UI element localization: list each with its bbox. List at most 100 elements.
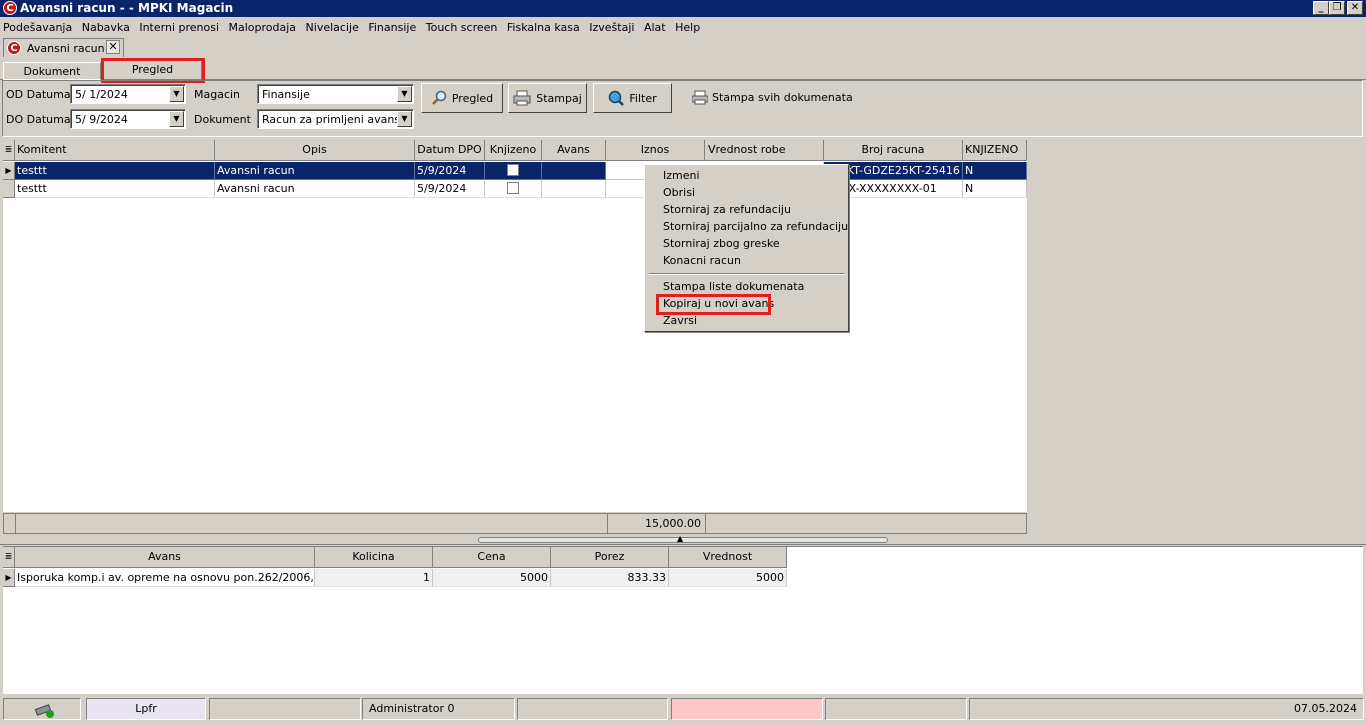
tab-dokument[interactable]: Dokument [3, 62, 101, 80]
menu-interni-prenosi[interactable]: Interni prenosi [136, 18, 222, 37]
column-opis[interactable]: Opis [215, 140, 415, 161]
knjizeno-checkbox[interactable] [507, 164, 519, 176]
status-date: 07.05.2024 [969, 698, 1364, 720]
cell-knjizeno-status[interactable]: N [963, 180, 1027, 198]
cell-avans[interactable] [542, 180, 606, 198]
menu-item-storniraj-greska[interactable]: Storniraj zbog greske [663, 237, 780, 250]
context-menu: Izmeni Obrisi Storniraj za refundaciju S… [644, 164, 849, 332]
status-panel-empty [517, 698, 668, 720]
menu-item-stampa-liste[interactable]: Stampa liste dokumenata [663, 280, 804, 293]
menu-bar: Podešavanja Nabavka Interni prenosi Malo… [0, 18, 1366, 38]
row-indicator [3, 180, 15, 198]
window-title: Avansni racun - - MPKI Magacin [20, 1, 234, 15]
column-datum-dpo[interactable]: Datum DPO [415, 140, 485, 161]
magacin-label: Magacin [194, 88, 241, 101]
chevron-down-icon[interactable]: ▼ [397, 86, 412, 102]
menu-maloprodaja[interactable]: Maloprodaja [226, 18, 300, 37]
chevron-down-icon[interactable]: ▼ [169, 111, 184, 127]
column-vrednost-robe[interactable]: Vrednost robe [705, 140, 824, 161]
column-knjizeno[interactable]: Knjizeno [485, 140, 542, 161]
menu-item-izmeni[interactable]: Izmeni [663, 169, 700, 182]
column-porez[interactable]: Porez [551, 547, 669, 568]
knjizeno-checkbox[interactable] [507, 182, 519, 194]
cell-avans[interactable] [542, 162, 606, 180]
menu-item-storniraj-parcijalno[interactable]: Storniraj parcijalno za refundaciju [663, 220, 848, 233]
magacin-value: Finansije [262, 88, 310, 101]
minimize-icon[interactable]: _ [1313, 1, 1329, 15]
cell-komitent[interactable]: testtt [15, 180, 215, 198]
cell-cena[interactable]: 5000 [433, 569, 551, 587]
cell-datum[interactable]: 5/9/2024 [415, 162, 485, 180]
column-avans-detail[interactable]: Avans [15, 547, 315, 568]
cell-knjizeno[interactable] [485, 162, 542, 180]
totals-bar: 15,000.00 [3, 513, 1027, 534]
menu-nivelacije[interactable]: Nivelacije [303, 18, 362, 37]
chevron-down-icon[interactable]: ▼ [397, 111, 412, 127]
restore-icon[interactable]: ❐ [1329, 1, 1345, 15]
app-logo-icon: C [3, 1, 17, 15]
row-pointer-icon: ▶ [3, 569, 15, 587]
stampa-svih-dokumenata-button[interactable]: Stampa svih dokumenata [692, 90, 853, 105]
dokument-value: Racun za primljeni avans [262, 113, 401, 126]
stampaj-button-label: Stampaj [536, 91, 582, 105]
status-panel-connection[interactable] [3, 698, 81, 720]
close-tab-icon[interactable]: ✕ [106, 40, 120, 54]
menu-izvestaji[interactable]: Izveštaji [586, 18, 637, 37]
menu-podesavanja[interactable]: Podešavanja [0, 18, 75, 37]
stampa-svih-label: Stampa svih dokumenata [712, 91, 853, 104]
menu-item-konacni-racun[interactable]: Konacni racun [663, 254, 741, 267]
od-datuma-picker[interactable]: 5/ 1/2024 ▼ [70, 84, 186, 104]
menu-alat[interactable]: Alat [641, 18, 669, 37]
column-iznos[interactable]: Iznos [606, 140, 705, 161]
do-datuma-picker[interactable]: 5/ 9/2024 ▼ [70, 109, 186, 129]
status-user: Administrator 0 [362, 698, 515, 720]
cell-opis[interactable]: Avansni racun [215, 180, 415, 198]
cell-opis[interactable]: Avansni racun [215, 162, 415, 180]
documents-grid[interactable]: ≣ Komitent Opis Datum DPO Knjizeno Avans… [3, 140, 1027, 512]
column-vrednost[interactable]: Vrednost [669, 547, 787, 568]
menu-nabavka[interactable]: Nabavka [79, 18, 133, 37]
cell-knjizeno-status[interactable]: N [963, 162, 1027, 180]
menu-separator [649, 273, 844, 275]
cell-porez[interactable]: 833.33 [551, 569, 669, 587]
chevron-up-icon[interactable]: ▲ [677, 534, 683, 543]
splitter-handle[interactable]: ▲ [478, 534, 888, 543]
column-broj-racuna[interactable]: Broj racuna [824, 140, 963, 161]
stampaj-button[interactable]: Stampaj [508, 83, 587, 113]
cell-komitent[interactable]: testtt [15, 162, 215, 180]
status-panel-alert [671, 698, 823, 720]
menu-item-storniraj-refundacija[interactable]: Storniraj za refundaciju [663, 203, 791, 216]
menu-item-zavrsi[interactable]: Zavrsi [663, 314, 697, 327]
cell-vrednost[interactable]: 5000 [669, 569, 787, 587]
column-komitent[interactable]: Komitent [15, 140, 215, 161]
chevron-down-icon[interactable]: ▼ [169, 86, 184, 102]
do-datuma-label: DO Datuma [6, 113, 71, 126]
cell-knjizeno[interactable] [485, 180, 542, 198]
printer-icon [692, 90, 708, 105]
filter-magnifier-icon [609, 90, 625, 106]
close-window-icon[interactable]: ✕ [1347, 1, 1363, 15]
detail-grid[interactable]: ≣ Avans Kolicina Cena Porez Vrednost ▶ I… [3, 546, 1363, 694]
dokument-select[interactable]: Racun za primljeni avans ▼ [257, 109, 414, 129]
cell-datum[interactable]: 5/9/2024 [415, 180, 485, 198]
pregled-button[interactable]: Pregled [421, 83, 503, 113]
filter-button[interactable]: Filter [593, 83, 672, 113]
menu-help[interactable]: Help [672, 18, 703, 37]
column-avans[interactable]: Avans [542, 140, 606, 161]
magacin-select[interactable]: Finansije ▼ [257, 84, 414, 104]
cell-avans-opis[interactable]: Isporuka komp.i av. opreme na osnovu pon… [15, 569, 315, 587]
totals-divider [15, 514, 16, 533]
cell-kolicina[interactable]: 1 [315, 569, 433, 587]
column-knjizeno-status[interactable]: KNJIZENO [963, 140, 1027, 161]
do-datuma-value: 5/ 9/2024 [75, 113, 128, 126]
menu-finansije[interactable]: Finansije [365, 18, 419, 37]
grid-menu-icon[interactable]: ≣ [3, 140, 15, 161]
splitter-line [0, 544, 1366, 545]
menu-fiskalna-kasa[interactable]: Fiskalna kasa [504, 18, 583, 37]
column-kolicina[interactable]: Kolicina [315, 547, 433, 568]
column-cena[interactable]: Cena [433, 547, 551, 568]
menu-item-obrisi[interactable]: Obrisi [663, 186, 695, 199]
printer-icon [513, 90, 531, 106]
menu-touch-screen[interactable]: Touch screen [423, 18, 501, 37]
grid-menu-icon[interactable]: ≣ [3, 547, 15, 568]
